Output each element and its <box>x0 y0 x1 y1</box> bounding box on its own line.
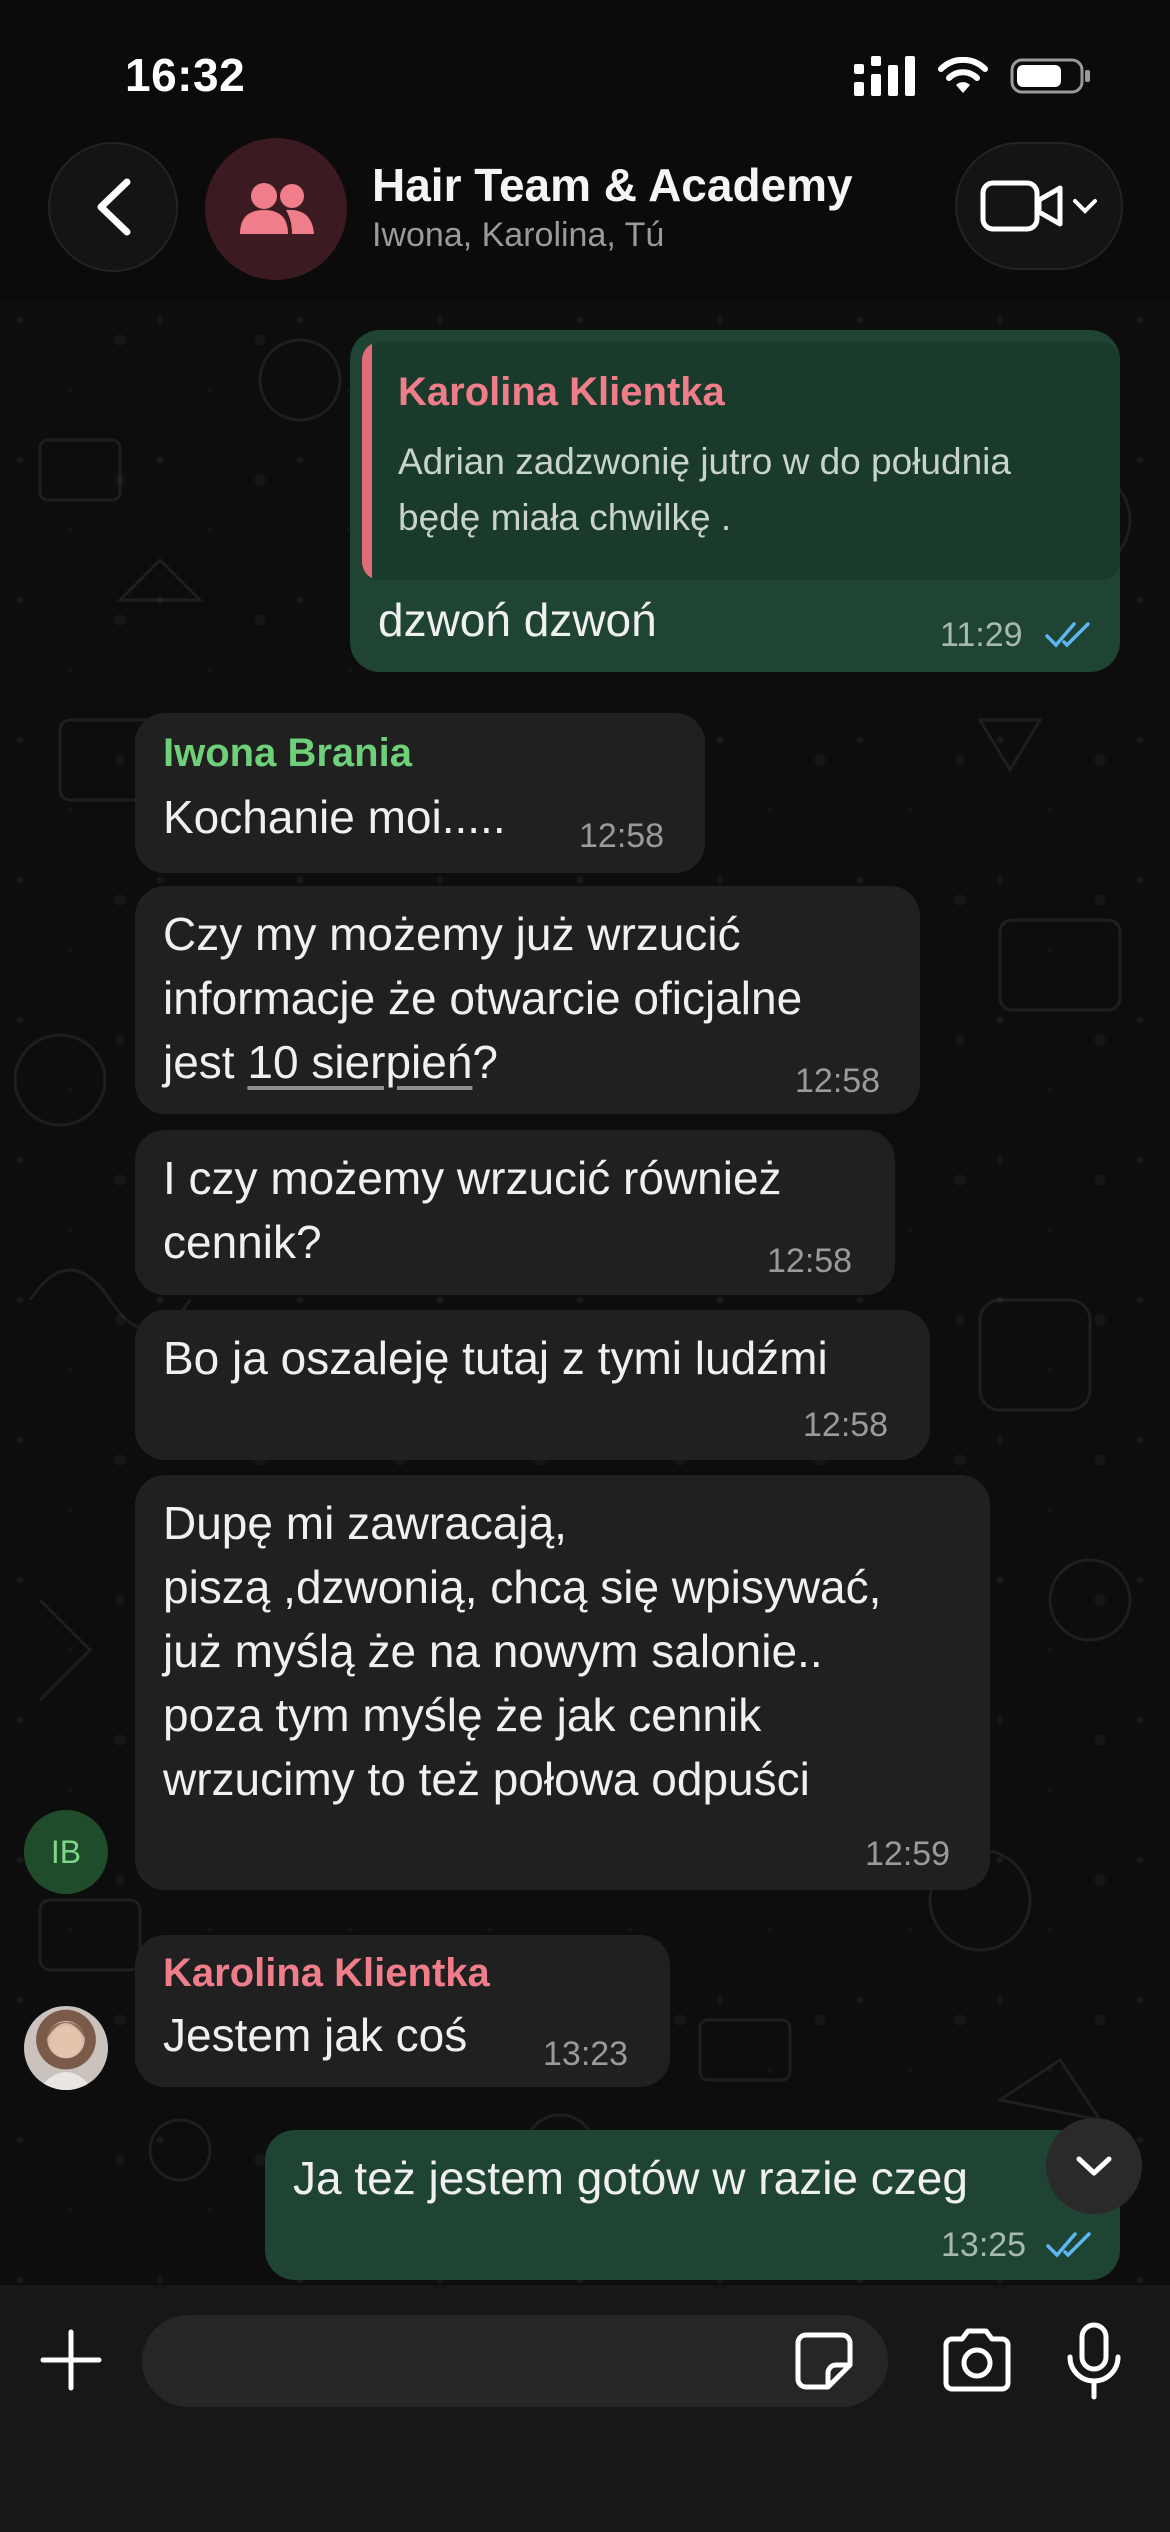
message-bubble-outgoing[interactable]: Karolina Klientka Adrian zadzwonię jutro… <box>350 330 1120 672</box>
quoted-message[interactable]: Karolina Klientka Adrian zadzwonię jutro… <box>362 342 1120 580</box>
back-button[interactable] <box>48 142 178 272</box>
people-icon <box>240 183 314 234</box>
message-text: Jestem jak coś <box>163 2009 468 2061</box>
scroll-to-bottom-button[interactable] <box>1046 2118 1142 2214</box>
message-sender: Iwona Brania <box>163 731 412 775</box>
message-time: 12:59 <box>865 1835 951 1873</box>
message-sender: Karolina Klientka <box>163 1951 490 1995</box>
profile-photo-icon <box>38 2022 94 2090</box>
avatar-initials: IB <box>50 1833 82 1870</box>
message-text: Bo ja oszaleję tutaj z tymi ludźmi <box>163 1332 828 1384</box>
read-ticks-icon <box>1045 622 1090 648</box>
plus-icon <box>40 2329 102 2391</box>
quote-sender: Karolina Klientka <box>398 370 725 414</box>
message-time: 12:58 <box>579 817 665 855</box>
message-time: 12:58 <box>795 1062 881 1100</box>
sticker-icon <box>795 2332 853 2390</box>
message-text: Kochanie moi..... <box>163 791 506 843</box>
group-avatar[interactable] <box>205 138 347 280</box>
read-ticks-icon <box>1046 2232 1091 2258</box>
message-text-part: ? <box>472 1036 499 1088</box>
message-time: 13:25 <box>941 2226 1027 2264</box>
message-time: 12:58 <box>803 1406 889 1444</box>
status-bar: 16:32 <box>0 0 1170 140</box>
sticker-button[interactable] <box>792 2329 856 2393</box>
message-bubble-incoming[interactable]: I czy możemy wrzucić również cennik? 12:… <box>135 1130 895 1295</box>
status-icons <box>854 56 1092 96</box>
microphone-icon <box>1067 2322 1121 2400</box>
camera-icon <box>943 2328 1011 2392</box>
battery-icon <box>1010 58 1090 94</box>
quote-text: Adrian zadzwonię jutro w do południa będ… <box>398 441 1011 538</box>
chat-header: Hair Team & Academy Iwona, Karolina, Tú <box>0 130 1170 300</box>
microphone-button[interactable] <box>1064 2321 1124 2401</box>
message-bubble-incoming[interactable]: Karolina Klientka Jestem jak coś 13:23 <box>135 1935 670 2087</box>
message-bubble-incoming[interactable]: Bo ja oszaleję tutaj z tymi ludźmi 12:58 <box>135 1310 930 1460</box>
signal-icon <box>854 56 915 96</box>
message-input[interactable] <box>142 2315 888 2407</box>
message-input-bar <box>0 2285 1170 2532</box>
wifi-icon <box>938 57 988 93</box>
camera-button[interactable] <box>940 2327 1014 2393</box>
message-bubble-incoming[interactable]: Dupę mi zawracają, piszą ,dzwonią, chcą … <box>135 1475 990 1890</box>
chevron-down-icon <box>1073 199 1097 214</box>
video-camera-icon <box>980 180 1063 232</box>
group-name[interactable]: Hair Team & Academy <box>372 158 853 212</box>
message-text: Dupę mi zawracają, piszą ,dzwonią, chcą … <box>163 1497 882 1805</box>
message-text: Czy my możemy już wrzucić informacje że … <box>163 902 802 1094</box>
date-link[interactable]: 10 sierpień <box>247 1036 472 1088</box>
avatar-iwona[interactable]: IB <box>24 1810 108 1894</box>
message-bubble-incoming[interactable]: Iwona Brania Kochanie moi..... 12:58 <box>135 713 705 873</box>
message-text: Ja też jestem gotów w razie czeg <box>293 2152 968 2204</box>
message-time: 11:29 <box>940 616 1023 654</box>
message-bubble-outgoing[interactable]: Ja też jestem gotów w razie czeg 13:25 <box>265 2130 1120 2280</box>
group-members[interactable]: Iwona, Karolina, Tú <box>372 216 664 255</box>
status-time: 16:32 <box>125 49 246 101</box>
chevron-left-icon <box>97 178 131 236</box>
attach-button[interactable] <box>36 2325 106 2395</box>
avatar-karolina[interactable] <box>24 2006 108 2090</box>
message-time: 13:23 <box>543 2035 629 2073</box>
video-call-button[interactable] <box>955 142 1123 270</box>
message-bubble-incoming[interactable]: Czy my możemy już wrzucić informacje że … <box>135 886 920 1114</box>
message-text: I czy możemy wrzucić również cennik? <box>163 1152 782 1268</box>
quote-bar <box>362 342 372 580</box>
message-time: 12:58 <box>767 1242 853 1280</box>
message-text: dzwoń dzwoń <box>378 594 657 646</box>
chevron-down-icon <box>1076 2156 1112 2176</box>
